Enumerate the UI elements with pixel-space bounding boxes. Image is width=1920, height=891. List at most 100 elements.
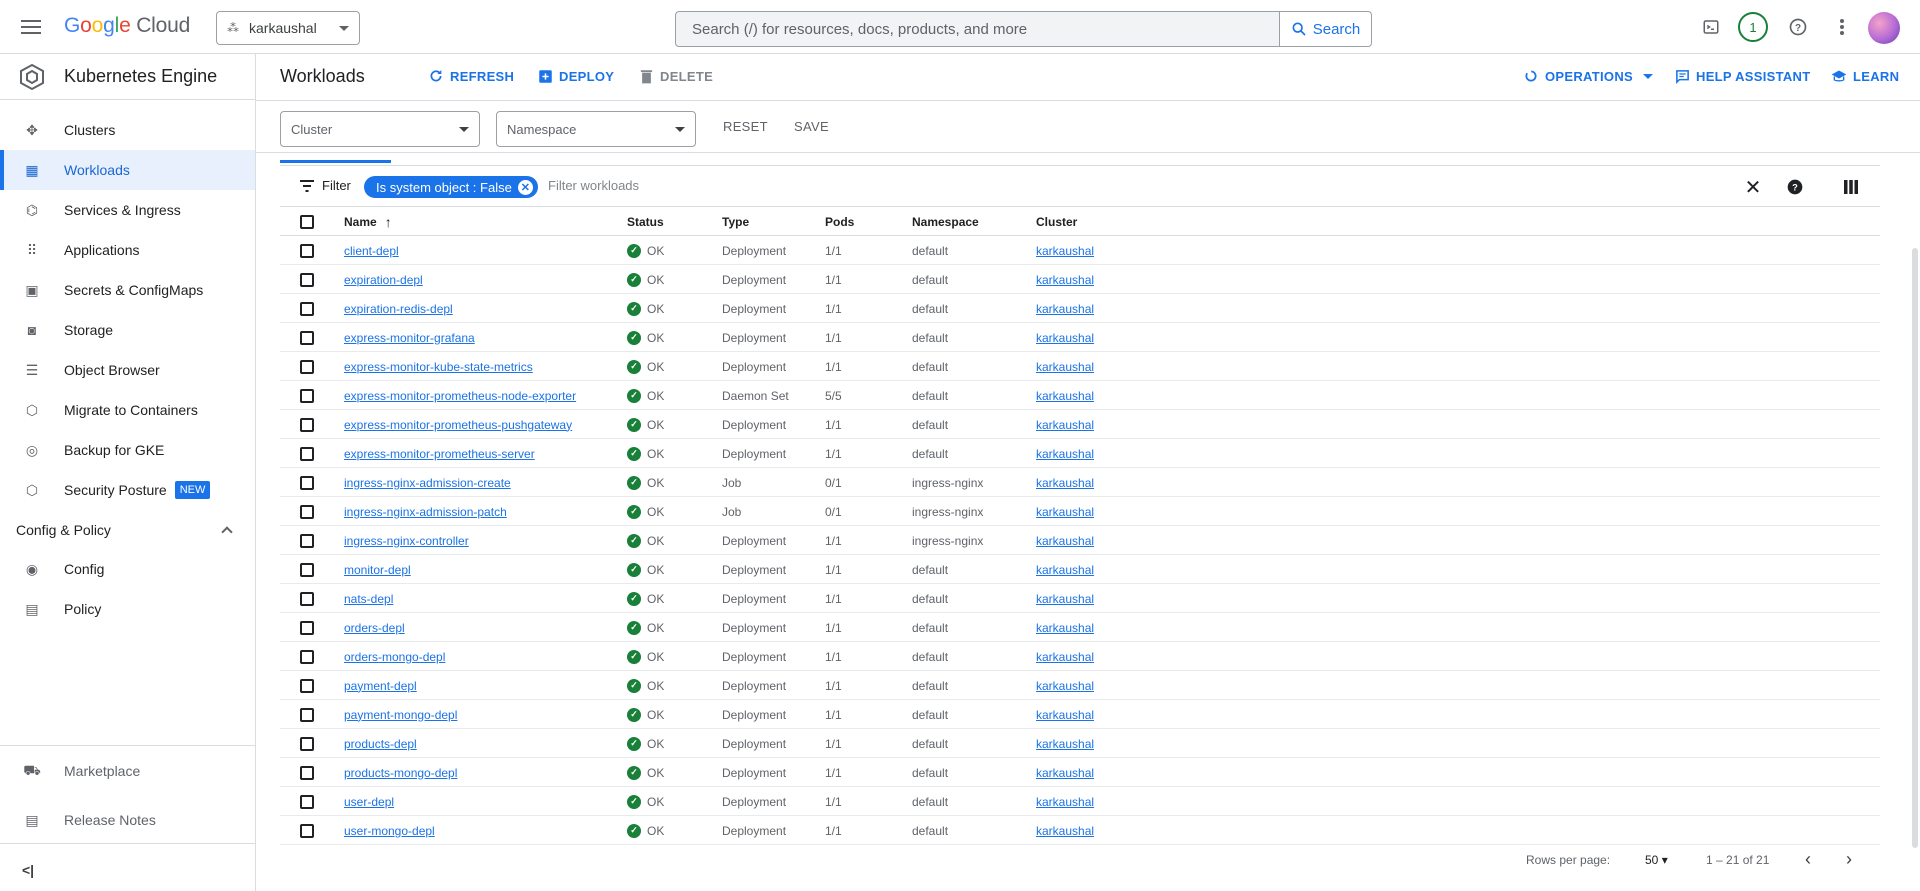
table-row[interactable]: user-mongo-depl ✓ OK Deployment 1/1 default ka… [280, 816, 1880, 845]
workload-name-link[interactable]: nats-depl [344, 592, 393, 606]
table-row[interactable]: ingress-nginx-controller ✓ OK Deployment 1/1… [280, 526, 1880, 555]
row-checkbox[interactable] [300, 533, 314, 548]
row-checkbox[interactable] [300, 359, 314, 374]
cluster-link[interactable]: karkaushal [1036, 708, 1094, 722]
column-name[interactable]: Name ↑ [344, 207, 392, 236]
column-namespace[interactable]: Namespace [912, 207, 979, 236]
row-checkbox[interactable] [300, 678, 314, 693]
filter-chip[interactable]: Is system object : False ✕ [364, 176, 538, 198]
table-row[interactable]: payment-mongo-depl ✓ OK Deployment 1/1 defaul… [280, 700, 1880, 729]
workload-name-link[interactable]: ingress-nginx-admission-patch [344, 505, 507, 519]
workload-name-link[interactable]: payment-depl [344, 679, 417, 693]
row-checkbox[interactable] [300, 301, 314, 316]
cluster-link[interactable]: karkaushal [1036, 447, 1094, 461]
table-row[interactable]: express-monitor-prometheus-server ✓ OK Depl… [280, 439, 1880, 468]
cluster-link[interactable]: karkaushal [1036, 418, 1094, 432]
row-checkbox[interactable] [300, 272, 314, 287]
table-row[interactable]: user-depl ✓ OK Deployment 1/1 default karkaush… [280, 787, 1880, 816]
next-page-icon[interactable]: › [1846, 849, 1852, 870]
table-row[interactable]: ingress-nginx-admission-patch ✓ OK Job 0/1 in… [280, 497, 1880, 526]
row-checkbox[interactable] [300, 562, 314, 577]
cluster-link[interactable]: karkaushal [1036, 795, 1094, 809]
cluster-link[interactable]: karkaushal [1036, 737, 1094, 751]
cluster-link[interactable]: karkaushal [1036, 273, 1094, 287]
workload-name-link[interactable]: express-monitor-kube-state-metrics [344, 360, 533, 374]
table-row[interactable]: express-monitor-prometheus-node-exporter… [280, 381, 1880, 410]
cluster-link[interactable]: karkaushal [1036, 389, 1094, 403]
workload-name-link[interactable]: client-depl [344, 244, 399, 258]
sidebar-item-object-browser[interactable]: ☰ Object Browser [0, 350, 255, 390]
workload-name-link[interactable]: monitor-depl [344, 563, 411, 577]
cluster-link[interactable]: karkaushal [1036, 505, 1094, 519]
row-checkbox[interactable] [300, 591, 314, 606]
cluster-link[interactable]: karkaushal [1036, 621, 1094, 635]
workload-name-link[interactable]: expiration-depl [344, 273, 423, 287]
table-row[interactable]: express-monitor-kube-state-metrics ✓ OK Dep… [280, 352, 1880, 381]
cluster-link[interactable]: karkaushal [1036, 563, 1094, 577]
sidebar-item-services-ingress[interactable]: ⌬ Services & Ingress [0, 190, 255, 230]
workload-name-link[interactable]: payment-mongo-depl [344, 708, 457, 722]
table-row[interactable]: express-monitor-prometheus-pushgateway ✓ O… [280, 410, 1880, 439]
row-checkbox[interactable] [300, 736, 314, 751]
sidebar-item-workloads[interactable]: ▦ Workloads [0, 150, 255, 190]
main-menu-button[interactable] [18, 14, 44, 40]
table-row[interactable]: expiration-redis-depl ✓ OK Deployment 1/1 def… [280, 294, 1880, 323]
column-cluster[interactable]: Cluster [1036, 207, 1077, 236]
cluster-select[interactable]: Cluster [280, 111, 480, 147]
row-checkbox[interactable] [300, 475, 314, 490]
row-checkbox[interactable] [300, 446, 314, 461]
refresh-button[interactable]: REFRESH [428, 68, 514, 84]
cluster-link[interactable]: karkaushal [1036, 592, 1094, 606]
cluster-link[interactable]: karkaushal [1036, 302, 1094, 316]
prev-page-icon[interactable]: ‹ [1805, 849, 1811, 870]
row-checkbox[interactable] [300, 388, 314, 403]
namespace-select[interactable]: Namespace [496, 111, 696, 147]
table-row[interactable]: products-mongo-depl ✓ OK Deployment 1/1 defau… [280, 758, 1880, 787]
workload-name-link[interactable]: expiration-redis-depl [344, 302, 453, 316]
workload-name-link[interactable]: express-monitor-prometheus-pushgateway [344, 418, 572, 432]
cluster-link[interactable]: karkaushal [1036, 824, 1094, 838]
table-row[interactable]: ingress-nginx-admission-create ✓ OK Job 0/1 i… [280, 468, 1880, 497]
workload-name-link[interactable]: orders-mongo-depl [344, 650, 445, 664]
sidebar-item-config[interactable]: ◉ Config [0, 549, 255, 589]
table-row[interactable]: orders-mongo-depl ✓ OK Deployment 1/1 default… [280, 642, 1880, 671]
workload-name-link[interactable]: express-monitor-prometheus-server [344, 447, 535, 461]
sidebar-item-security-posture[interactable]: ⬡ Security Posture NEW [0, 470, 255, 510]
table-row[interactable]: orders-depl ✓ OK Deployment 1/1 default karkau… [280, 613, 1880, 642]
learn-button[interactable]: LEARN [1831, 68, 1899, 84]
workload-name-link[interactable]: products-depl [344, 737, 417, 751]
cluster-link[interactable]: karkaushal [1036, 679, 1094, 693]
sidebar-item-marketplace[interactable]: ⛟ Marketplace [0, 751, 255, 791]
collapse-sidebar-button[interactable]: <| [22, 862, 34, 878]
close-icon[interactable]: ✕ [1743, 177, 1763, 199]
sidebar-item-clusters[interactable]: ✥ Clusters [0, 110, 255, 150]
filter-button[interactable]: Filter [300, 178, 351, 193]
row-checkbox[interactable] [300, 243, 314, 258]
row-checkbox[interactable] [300, 765, 314, 780]
table-row[interactable]: expiration-depl ✓ OK Deployment 1/1 default ka… [280, 265, 1880, 294]
delete-button[interactable]: DELETE [638, 68, 713, 84]
column-type[interactable]: Type [722, 207, 749, 236]
table-row[interactable]: products-depl ✓ OK Deployment 1/1 default kark… [280, 729, 1880, 758]
sidebar-item-policy[interactable]: ▤ Policy [0, 589, 255, 629]
row-checkbox[interactable] [300, 620, 314, 635]
cluster-link[interactable]: karkaushal [1036, 650, 1094, 664]
column-status[interactable]: Status [627, 207, 664, 236]
notifications-badge[interactable]: 1 [1738, 12, 1768, 42]
cloud-shell-icon[interactable] [1699, 15, 1723, 39]
workload-name-link[interactable]: ingress-nginx-controller [344, 534, 469, 548]
filter-input[interactable]: Filter workloads [548, 178, 639, 193]
column-display-icon[interactable] [1841, 177, 1861, 197]
cluster-link[interactable]: karkaushal [1036, 331, 1094, 345]
scrollbar[interactable] [1912, 248, 1918, 848]
sidebar-item-secrets-configmaps[interactable]: ▣ Secrets & ConfigMaps [0, 270, 255, 310]
row-checkbox[interactable] [300, 330, 314, 345]
sidebar-item-release-notes[interactable]: ▤ Release Notes [0, 800, 255, 840]
cluster-link[interactable]: karkaushal [1036, 766, 1094, 780]
cluster-link[interactable]: karkaushal [1036, 360, 1094, 374]
help-assistant-button[interactable]: HELP ASSISTANT [1674, 68, 1810, 84]
save-button[interactable]: SAVE [794, 119, 829, 134]
google-cloud-logo[interactable]: Google Cloud [64, 14, 190, 38]
config-policy-section[interactable]: Config & Policy [0, 512, 255, 548]
help-icon[interactable]: ? [1785, 177, 1805, 197]
